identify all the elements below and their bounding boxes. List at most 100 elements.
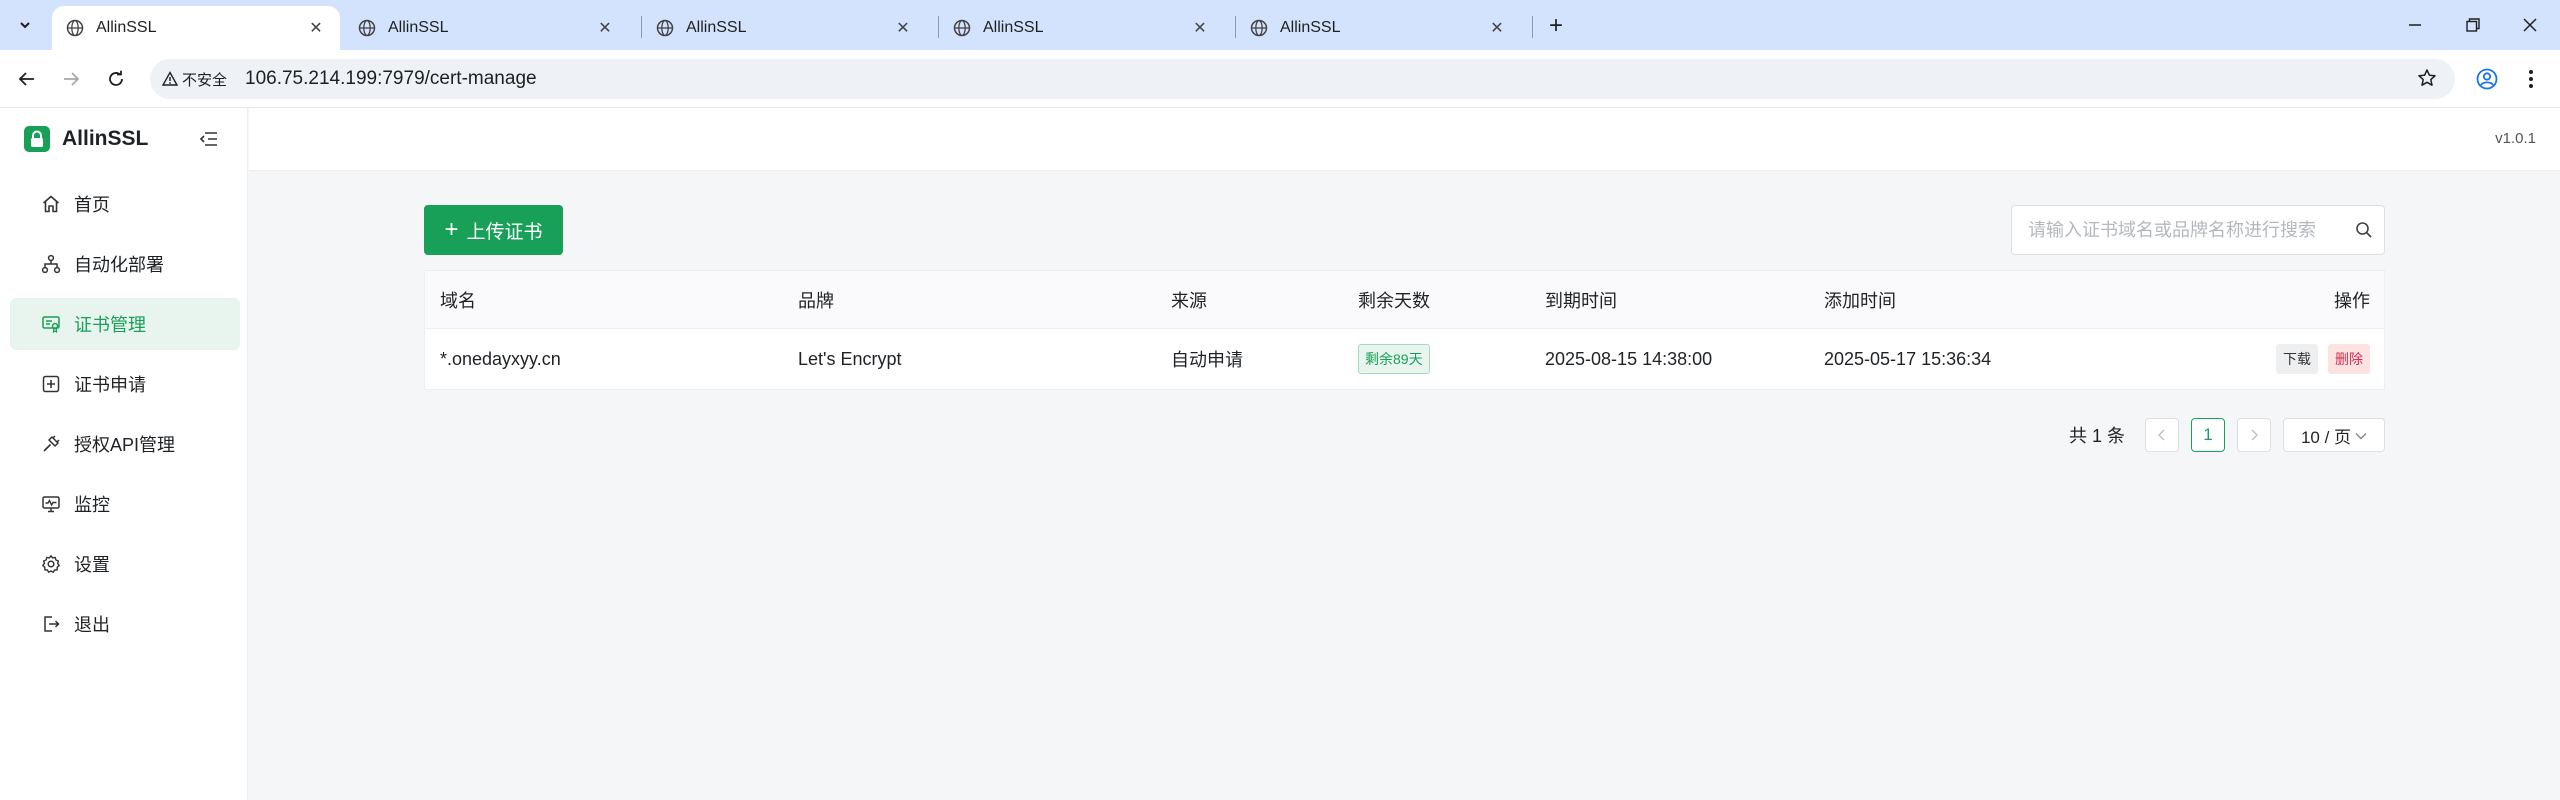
lock-logo-icon xyxy=(24,126,50,152)
pagination: 共 1 条 1 10 / 页 xyxy=(2069,417,2386,453)
collapse-menu-icon[interactable] xyxy=(196,126,222,152)
chevron-left-icon xyxy=(2157,429,2165,441)
forward-arrow-icon[interactable] xyxy=(56,64,86,94)
upload-cert-label: 上传证书 xyxy=(466,221,543,243)
cell-source: 自动申请 xyxy=(1171,350,1243,370)
download-button[interactable]: 下载 xyxy=(2276,344,2318,374)
cell-actions: 下载 删除 xyxy=(2221,344,2384,374)
home-icon xyxy=(40,193,62,215)
sidebar-item-api-manage[interactable]: 授权API管理 xyxy=(10,418,240,470)
tab-separator xyxy=(1532,16,1533,38)
reload-icon[interactable] xyxy=(101,64,131,94)
sidebar-item-cert-apply[interactable]: 证书申请 xyxy=(10,358,240,410)
certificate-icon xyxy=(40,313,62,335)
tab-search-chevron-icon[interactable] xyxy=(12,12,38,38)
tab-title: AllinSSL xyxy=(1280,19,1341,36)
warning-triangle-icon xyxy=(162,71,178,86)
sidebar: AllinSSL 首页 自动化部署 证书管理 证书申请 授权API管理 监控 设… xyxy=(0,108,248,800)
version-label: v1.0.1 xyxy=(2495,130,2536,147)
app-name: AllinSSL xyxy=(62,127,149,150)
back-arrow-icon[interactable] xyxy=(12,64,42,94)
delete-button[interactable]: 删除 xyxy=(2328,344,2370,374)
browser-tab-4[interactable]: AllinSSL ✕ xyxy=(939,6,1224,50)
search-box xyxy=(2011,205,2385,255)
address-bar[interactable]: 不安全 106.75.214.199:7979/cert-manage xyxy=(150,59,2455,99)
globe-icon xyxy=(66,19,84,37)
monitor-icon xyxy=(40,493,62,515)
browser-tab-2[interactable]: AllinSSL ✕ xyxy=(344,6,629,50)
prev-page-button[interactable] xyxy=(2145,418,2180,452)
table-header: 域名 品牌 来源 剩余天数 到期时间 添加时间 操作 xyxy=(425,271,2384,329)
browser-menu-icon[interactable] xyxy=(2516,64,2546,94)
sidebar-item-settings[interactable]: 设置 xyxy=(10,538,240,590)
page-size-value: 10 / 页 xyxy=(2300,427,2352,447)
close-tab-icon[interactable]: ✕ xyxy=(595,18,615,38)
logout-icon xyxy=(40,613,62,635)
workflow-icon xyxy=(40,253,62,275)
gear-icon xyxy=(40,553,62,575)
restore-icon[interactable] xyxy=(2458,10,2488,40)
column-header-expires: 到期时间 xyxy=(1545,290,1617,311)
main-content: + 上传证书 域名 品牌 来源 剩余天数 到期时间 添加时间 操作 *.oned… xyxy=(249,171,2560,800)
globe-icon xyxy=(1250,19,1268,37)
cell-remaining: 剩余89天 xyxy=(1358,344,1545,374)
profile-avatar-icon[interactable] xyxy=(2472,64,2502,94)
browser-tab-5[interactable]: AllinSSL ✕ xyxy=(1236,6,1521,50)
sidebar-item-label: 授权API管理 xyxy=(74,435,176,455)
sidebar-item-label: 自动化部署 xyxy=(74,255,164,275)
api-plug-icon xyxy=(40,433,62,455)
sidebar-item-logout[interactable]: 退出 xyxy=(10,598,240,650)
sidebar-item-label: 退出 xyxy=(74,615,110,635)
globe-icon xyxy=(953,19,971,37)
brand[interactable]: AllinSSL xyxy=(24,124,148,154)
sidebar-item-label: 监控 xyxy=(74,495,110,515)
page-size-select[interactable]: 10 / 页 xyxy=(2283,418,2386,452)
sidebar-item-monitor[interactable]: 监控 xyxy=(10,478,240,530)
search-icon[interactable] xyxy=(2344,221,2384,239)
close-tab-icon[interactable]: ✕ xyxy=(1487,18,1507,38)
browser-tab-3[interactable]: AllinSSL ✕ xyxy=(642,6,927,50)
tab-title: AllinSSL xyxy=(96,19,157,36)
new-tab-plus-icon[interactable]: + xyxy=(1542,12,1570,40)
close-tab-icon[interactable]: ✕ xyxy=(893,18,913,38)
sidebar-item-label: 证书管理 xyxy=(74,315,146,335)
upload-cert-button[interactable]: + 上传证书 xyxy=(424,205,563,255)
sidebar-menu: 首页 自动化部署 证书管理 证书申请 授权API管理 监控 设置 退出 xyxy=(10,178,240,658)
minimize-icon[interactable] xyxy=(2400,10,2430,40)
browser-toolbar: 不安全 106.75.214.199:7979/cert-manage xyxy=(0,50,2560,108)
cert-table: 域名 品牌 来源 剩余天数 到期时间 添加时间 操作 *.onedayxyy.c… xyxy=(424,270,2385,390)
close-tab-icon[interactable]: ✕ xyxy=(306,18,326,38)
next-page-button[interactable] xyxy=(2237,418,2272,452)
sidebar-item-home[interactable]: 首页 xyxy=(10,178,240,230)
cell-brand: Let's Encrypt xyxy=(798,348,902,369)
column-header-remaining: 剩余天数 xyxy=(1358,290,1430,311)
sidebar-item-label: 证书申请 xyxy=(74,375,146,395)
browser-tab-strip: AllinSSL ✕ AllinSSL ✕ AllinSSL ✕ AllinSS… xyxy=(0,0,2560,50)
column-header-actions: 操作 xyxy=(2334,290,2370,311)
browser-tab-1[interactable]: AllinSSL ✕ xyxy=(52,6,340,50)
bookmark-star-icon[interactable] xyxy=(2417,68,2437,93)
column-header-brand: 品牌 xyxy=(798,290,834,311)
tab-title: AllinSSL xyxy=(686,19,747,36)
cell-expires: 2025-08-15 14:38:00 xyxy=(1545,348,1713,369)
globe-icon xyxy=(656,19,674,37)
sidebar-item-cert-manage[interactable]: 证书管理 xyxy=(10,298,240,350)
close-window-icon[interactable] xyxy=(2515,10,2545,40)
table-row: *.onedayxyy.cn Let's Encrypt 自动申请 剩余89天 … xyxy=(425,329,2384,389)
sidebar-item-auto-deploy[interactable]: 自动化部署 xyxy=(10,238,240,290)
total-count: 共 1 条 xyxy=(2069,426,2126,446)
close-tab-icon[interactable]: ✕ xyxy=(1190,18,1210,38)
page-button-current[interactable]: 1 xyxy=(2191,418,2226,452)
sidebar-item-label: 首页 xyxy=(74,195,110,215)
chevron-down-icon xyxy=(2355,425,2367,445)
url-text[interactable]: 106.75.214.199:7979/cert-manage xyxy=(245,68,537,90)
cell-domain: *.onedayxyy.cn xyxy=(440,348,561,369)
remaining-days-badge: 剩余89天 xyxy=(1358,344,1430,374)
security-label: 不安全 xyxy=(182,71,228,89)
search-input[interactable] xyxy=(2028,219,2344,241)
sidebar-item-label: 设置 xyxy=(74,555,110,575)
globe-icon xyxy=(358,19,376,37)
security-indicator[interactable]: 不安全 xyxy=(162,69,227,90)
tab-title: AllinSSL xyxy=(388,19,449,36)
app-header: v1.0.1 xyxy=(249,108,2560,171)
